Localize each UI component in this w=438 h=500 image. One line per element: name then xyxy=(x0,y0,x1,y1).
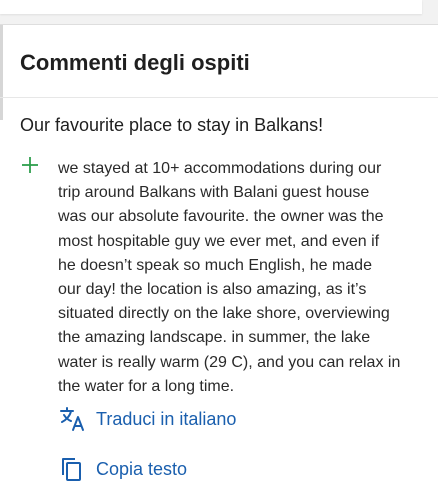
copy-icon xyxy=(58,455,86,483)
review-screen: Commenti degli ospiti Our favourite plac… xyxy=(0,0,438,500)
card-accent-rule xyxy=(0,25,3,120)
review-title: Our favourite place to stay in Balkans! xyxy=(20,115,324,135)
plus-icon xyxy=(20,155,40,175)
copy-text-button[interactable]: Copia testo xyxy=(58,455,187,483)
section-divider xyxy=(0,97,438,98)
review-body: we stayed at 10+ accommodations during o… xyxy=(58,160,401,395)
previous-card-edge xyxy=(0,0,422,14)
translate-button[interactable]: Traduci in italiano xyxy=(58,405,236,433)
translate-label: Traduci in italiano xyxy=(96,409,237,429)
translate-icon xyxy=(58,405,86,433)
section-title: Commenti degli ospiti xyxy=(20,50,250,75)
copy-label: Copia testo xyxy=(96,459,188,479)
